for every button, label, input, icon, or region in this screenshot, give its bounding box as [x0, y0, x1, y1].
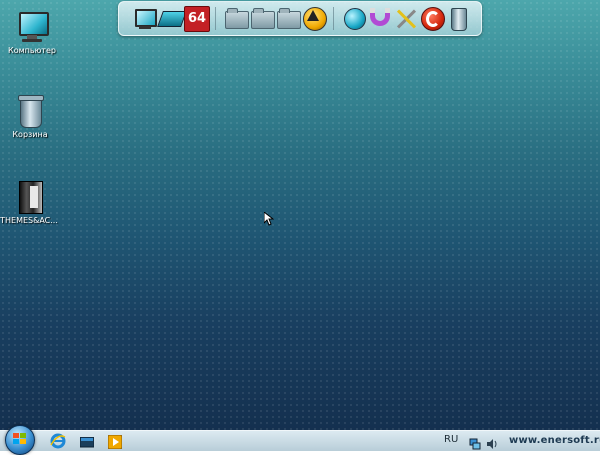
dock-folder-icon[interactable] [223, 5, 249, 31]
start-button[interactable] [5, 425, 35, 455]
internet-explorer-icon[interactable] [50, 433, 66, 449]
dock-network-icon[interactable] [157, 5, 187, 31]
dock-separator [215, 7, 216, 30]
network-tray-icon[interactable] [469, 435, 481, 450]
desktop-icon-label: Корзина [12, 130, 48, 139]
dock-folder-icon[interactable] [275, 5, 301, 31]
desktop-icon-label: Компьютер [8, 46, 56, 55]
dock-folder-icon[interactable] [249, 5, 275, 31]
dock-recycle-bin-icon[interactable] [445, 5, 471, 31]
desktop-icon-themes[interactable]: THEMES&AC... [0, 178, 61, 225]
dock-ccleaner-icon[interactable] [419, 5, 445, 31]
media-player-icon[interactable] [107, 434, 123, 450]
dock-launcher: 64 [118, 1, 482, 36]
dock-tools-icon[interactable] [393, 5, 419, 31]
dock-aimp-icon[interactable] [301, 5, 327, 31]
desktop-icon-recycle-bin[interactable]: Корзина [0, 92, 62, 139]
show-desktop-icon[interactable] [79, 434, 95, 448]
desktop-background[interactable] [0, 0, 600, 430]
watermark-text: www.enersoft.ru [509, 435, 600, 446]
dock-magnet-icon[interactable] [367, 5, 393, 31]
dock-aida64-icon[interactable]: 64 [183, 5, 210, 32]
taskbar: RU www.enersoft.ru [0, 425, 600, 455]
recycle-bin-icon [12, 92, 48, 128]
dock-separator [333, 7, 334, 30]
desktop-icon-label: THEMES&AC... [0, 216, 58, 225]
language-indicator[interactable]: RU [444, 434, 458, 445]
volume-icon[interactable] [486, 435, 498, 449]
themes-folder-icon [11, 178, 47, 214]
dock-globe-icon[interactable] [341, 5, 367, 31]
dock-computer-icon[interactable] [131, 5, 157, 31]
desktop-icon-computer[interactable]: Компьютер [0, 8, 64, 55]
computer-icon [14, 8, 50, 44]
windows-logo-icon [13, 433, 27, 445]
